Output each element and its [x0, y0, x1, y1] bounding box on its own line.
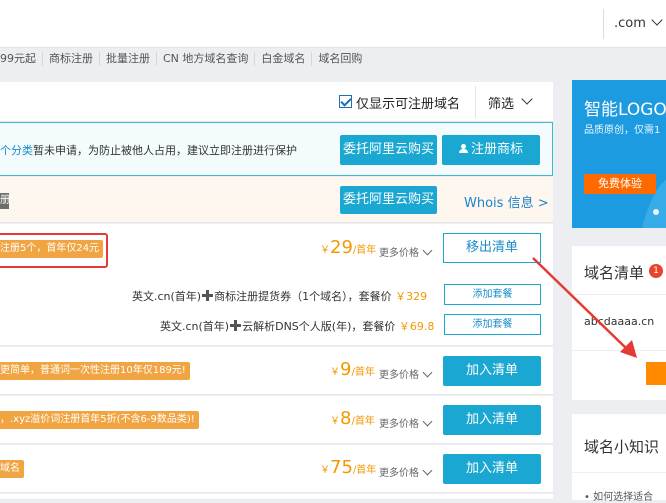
annotation-arrow	[532, 257, 637, 358]
